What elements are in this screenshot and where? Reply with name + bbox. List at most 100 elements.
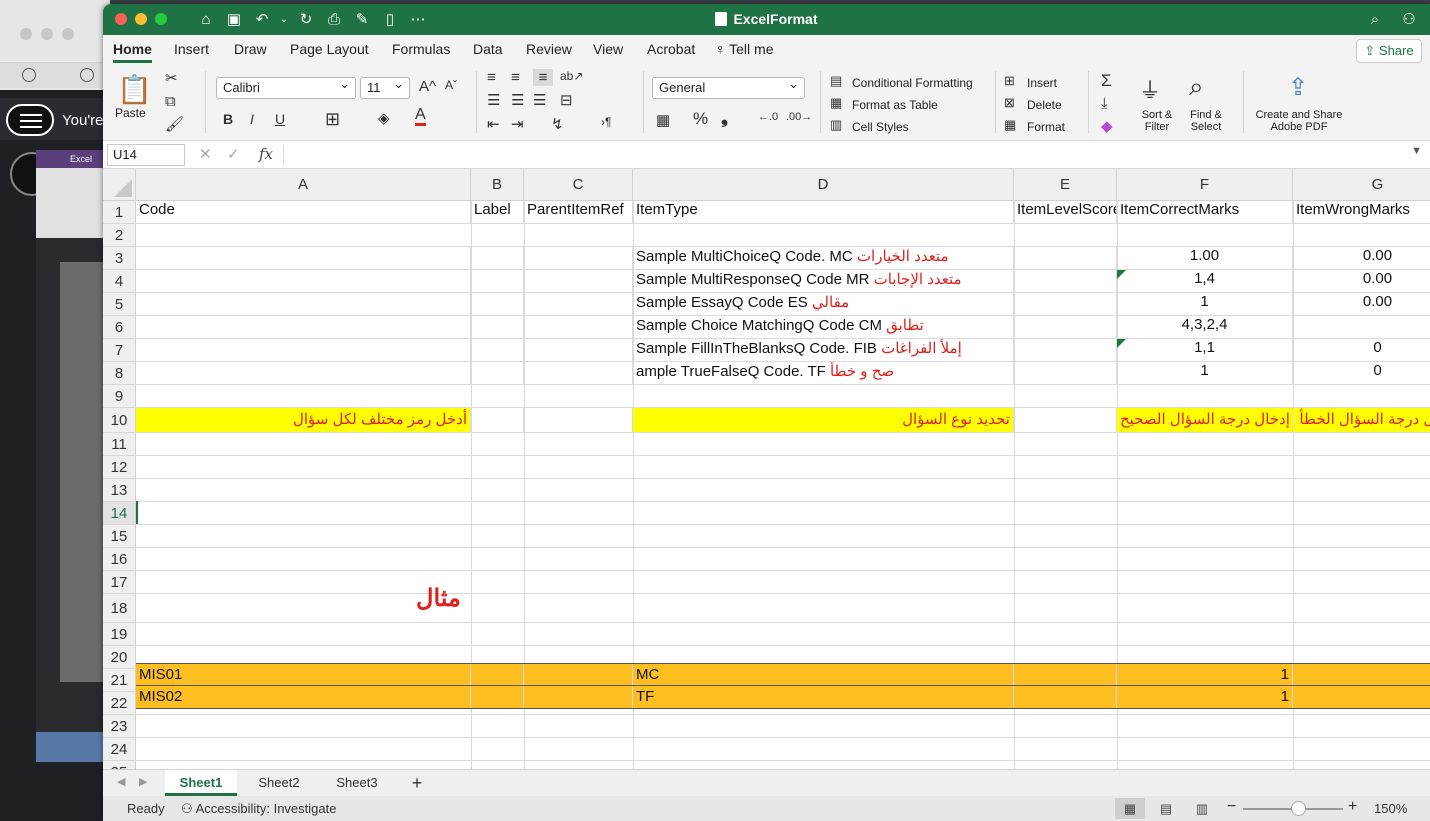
zoom-out-button[interactable]: − xyxy=(1227,798,1236,816)
page-layout-view-button[interactable]: ▤ xyxy=(1151,798,1181,819)
cell-a1[interactable]: Code xyxy=(136,201,471,223)
increase-decimal-icon[interactable]: ←.0 xyxy=(758,111,778,123)
row-header-8[interactable]: 8 xyxy=(103,362,136,385)
cell-d10[interactable]: تحديد نوع السؤال xyxy=(633,408,1014,432)
zoom-in-button[interactable]: + xyxy=(1348,798,1357,816)
format-painter-icon[interactable]: 🖌 xyxy=(165,115,184,133)
align-right-icon[interactable]: ☰ xyxy=(533,91,546,109)
name-box[interactable]: U14 xyxy=(107,144,185,166)
format-as-table-button[interactable]: Format as Table xyxy=(852,98,938,112)
cell-g3[interactable]: 0.00 xyxy=(1293,247,1430,269)
column-header-e[interactable]: E xyxy=(1014,169,1117,201)
row-header-25[interactable]: 25 xyxy=(103,761,136,769)
row-header-3[interactable]: 3 xyxy=(103,247,136,270)
row-header-24[interactable]: 24 xyxy=(103,738,136,761)
underline-button[interactable]: U xyxy=(275,111,285,127)
row-header-23[interactable]: 23 xyxy=(103,715,136,738)
tab-home[interactable]: Home xyxy=(113,41,152,63)
tab-acrobat[interactable]: Acrobat xyxy=(647,41,695,57)
tab-review[interactable]: Review xyxy=(526,41,572,57)
percent-button[interactable]: % xyxy=(693,109,708,129)
column-header-b[interactable]: B xyxy=(471,169,524,201)
column-header-d[interactable]: D xyxy=(633,169,1014,201)
row-header-7[interactable]: 7 xyxy=(103,339,136,362)
row-header-16[interactable]: 16 xyxy=(103,548,136,571)
cell-a21[interactable]: MIS01 xyxy=(136,664,471,685)
number-format-select[interactable]: General xyxy=(652,74,805,99)
cell-g5[interactable]: 0.00 xyxy=(1293,293,1430,315)
row-header-5[interactable]: 5 xyxy=(103,293,136,316)
cell-e1[interactable]: ItemLevelScore xyxy=(1014,201,1117,223)
tab-draw[interactable]: Draw xyxy=(234,41,267,57)
expand-formula-icon[interactable]: ▼ xyxy=(1411,145,1422,157)
cell-styles-button[interactable]: Cell Styles xyxy=(852,120,909,134)
insert-cells-button[interactable]: Insert xyxy=(1027,76,1057,90)
cell-f7[interactable]: 1,1 xyxy=(1117,339,1293,361)
row-header-14[interactable]: 14 xyxy=(103,502,136,525)
currency-icon[interactable]: ▦ xyxy=(656,111,670,129)
bold-button[interactable]: B xyxy=(223,111,233,127)
sheet-tab-sheet2[interactable]: Sheet2 xyxy=(243,770,315,796)
cell-b1[interactable]: Label xyxy=(471,201,524,223)
align-top-icon[interactable]: ≡ xyxy=(487,69,496,86)
row-header-9[interactable]: 9 xyxy=(103,385,136,408)
decrease-decimal-icon[interactable]: .00→ xyxy=(786,111,812,123)
comma-style-button[interactable]: ❟ xyxy=(721,107,728,128)
spreadsheet-grid[interactable]: A B C D E F G Code Label ParentItemRef I… xyxy=(103,169,1430,769)
autosum-icon[interactable]: Σ xyxy=(1101,71,1112,91)
cell-f6[interactable]: 4,3,2,4 xyxy=(1117,316,1293,338)
align-middle-icon[interactable]: ≡ xyxy=(511,69,520,86)
font-size-select[interactable]: 11 xyxy=(360,74,410,99)
column-header-g[interactable]: G xyxy=(1293,169,1430,201)
search-icon[interactable]: ⌕ xyxy=(1364,9,1386,31)
delete-cells-button[interactable]: Delete xyxy=(1027,98,1062,112)
cell-c1[interactable]: ParentItemRef xyxy=(524,201,633,223)
cell-f1[interactable]: ItemCorrectMarks xyxy=(1117,201,1293,223)
find-select-button[interactable]: Find & Select xyxy=(1183,109,1229,133)
fill-icon[interactable]: ⤓ xyxy=(1101,95,1108,112)
cell-d8[interactable]: ample TrueFalseQ Code. TF صح و خطأ xyxy=(633,362,1014,384)
sheet-tab-sheet3[interactable]: Sheet3 xyxy=(321,770,393,796)
cell-f5[interactable]: 1 xyxy=(1117,293,1293,315)
row-header-10[interactable]: 10 xyxy=(103,408,136,433)
tab-formulas[interactable]: Formulas xyxy=(392,41,450,57)
merge-center-icon[interactable]: ⊟ xyxy=(560,91,573,109)
cell-d7[interactable]: Sample FillInTheBlanksQ Code. FIB إملأ ا… xyxy=(633,339,1014,361)
cell-d6[interactable]: Sample Choice MatchingQ Code CM تطابق xyxy=(633,316,1014,338)
cell-f22[interactable]: 1 xyxy=(1117,686,1293,708)
row-header-1[interactable]: 1 xyxy=(103,201,136,224)
cell-a18-example[interactable]: مثال xyxy=(416,584,461,613)
row-header-20[interactable]: 20 xyxy=(103,646,136,669)
cell-d21[interactable]: MC xyxy=(633,664,1014,685)
paste-icon[interactable]: 📋 xyxy=(117,73,152,106)
row-header-21[interactable]: 21 xyxy=(103,669,136,692)
cell-f4[interactable]: 1,4 xyxy=(1117,270,1293,292)
cell-d22[interactable]: TF xyxy=(633,686,1014,708)
row-header-19[interactable]: 19 xyxy=(103,623,136,646)
cell-f10[interactable]: إدخال درجة السؤال الصحيح xyxy=(1117,408,1293,432)
conditional-formatting-button[interactable]: Conditional Formatting xyxy=(852,76,973,90)
cell-d3[interactable]: Sample MultiChoiceQ Code. MC متعدد الخيا… xyxy=(633,247,1014,269)
accessibility-check-button[interactable]: ⚇ Accessibility: Investigate xyxy=(181,801,336,817)
previous-sheet-icon[interactable]: ◀ xyxy=(117,775,125,788)
enter-icon[interactable]: ✓ xyxy=(227,145,240,163)
cell-d4[interactable]: Sample MultiResponseQ Code MR متعدد الإج… xyxy=(633,270,1014,292)
tab-data[interactable]: Data xyxy=(473,41,503,57)
text-direction-icon[interactable]: ›¶ xyxy=(601,115,611,129)
page-break-view-button[interactable]: ▥ xyxy=(1187,798,1217,819)
tab-insert[interactable]: Insert xyxy=(174,41,209,57)
font-name-select[interactable]: Calibri xyxy=(216,74,356,99)
row-header-17[interactable]: 17 xyxy=(103,571,136,594)
tab-view[interactable]: View xyxy=(593,41,623,57)
tab-page-layout[interactable]: Page Layout xyxy=(290,41,369,57)
cell-g6[interactable] xyxy=(1293,316,1430,338)
font-color-icon[interactable]: A xyxy=(415,107,426,126)
paste-button[interactable]: Paste xyxy=(115,107,146,119)
cell-f8[interactable]: 1 xyxy=(1117,362,1293,384)
row-header-18[interactable]: 18 xyxy=(103,594,136,623)
align-center-icon[interactable]: ☰ xyxy=(511,91,524,109)
cell-g8[interactable]: 0 xyxy=(1293,362,1430,384)
select-all-button[interactable] xyxy=(103,169,136,201)
clear-icon[interactable]: ◆ xyxy=(1101,117,1113,135)
cell-g1[interactable]: ItemWrongMarks xyxy=(1293,201,1430,223)
